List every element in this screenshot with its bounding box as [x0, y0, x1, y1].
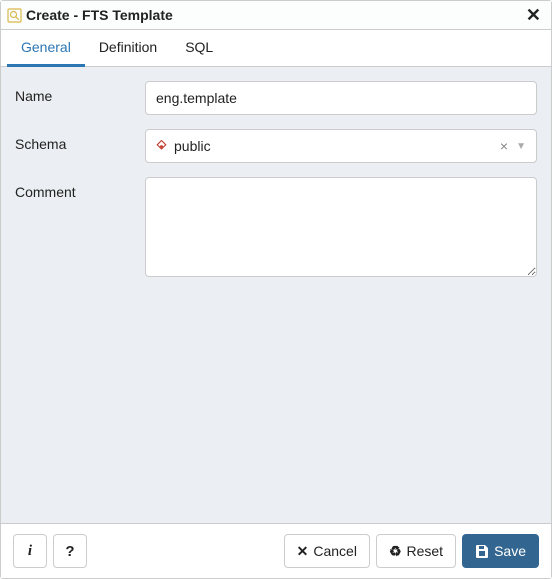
dialog-body: Name Schema public × ▼	[1, 67, 551, 523]
row-comment: Comment	[15, 177, 537, 280]
cancel-label: Cancel	[313, 543, 357, 559]
save-button[interactable]: Save	[462, 534, 539, 568]
reset-button[interactable]: ♻ Reset	[376, 534, 456, 568]
row-name: Name	[15, 81, 537, 115]
comment-label: Comment	[15, 177, 145, 280]
comment-textarea[interactable]	[145, 177, 537, 277]
cancel-button[interactable]: ✕ Cancel	[284, 534, 370, 568]
close-icon: ✕	[297, 543, 309, 560]
save-label: Save	[494, 543, 526, 559]
create-fts-template-dialog: Create - FTS Template ✕ General Definiti…	[0, 0, 552, 579]
name-label: Name	[15, 81, 145, 115]
schema-clear-icon[interactable]: ×	[494, 138, 514, 154]
recycle-icon: ♻	[389, 543, 402, 560]
chevron-down-icon[interactable]: ▼	[514, 141, 528, 152]
help-button[interactable]: ?	[53, 534, 87, 568]
name-input[interactable]	[145, 81, 537, 115]
schema-value: public	[174, 138, 494, 154]
help-icon: ?	[65, 543, 74, 560]
tab-bar: General Definition SQL	[1, 30, 551, 67]
save-icon	[475, 544, 489, 558]
info-button[interactable]: i	[13, 534, 47, 568]
schema-select[interactable]: public × ▼	[145, 129, 537, 163]
row-schema: Schema public × ▼	[15, 129, 537, 163]
fts-template-icon	[7, 8, 22, 23]
info-icon: i	[28, 543, 32, 560]
schema-icon	[154, 139, 168, 153]
dialog-header: Create - FTS Template ✕	[1, 1, 551, 30]
dialog-footer: i ? ✕ Cancel ♻ Reset Save	[1, 523, 551, 578]
tab-general[interactable]: General	[7, 30, 85, 67]
dialog-title: Create - FTS Template	[26, 7, 524, 23]
reset-label: Reset	[407, 543, 444, 559]
schema-label: Schema	[15, 129, 145, 163]
tab-sql[interactable]: SQL	[171, 30, 227, 67]
tab-definition[interactable]: Definition	[85, 30, 171, 67]
close-icon[interactable]: ✕	[524, 6, 543, 24]
